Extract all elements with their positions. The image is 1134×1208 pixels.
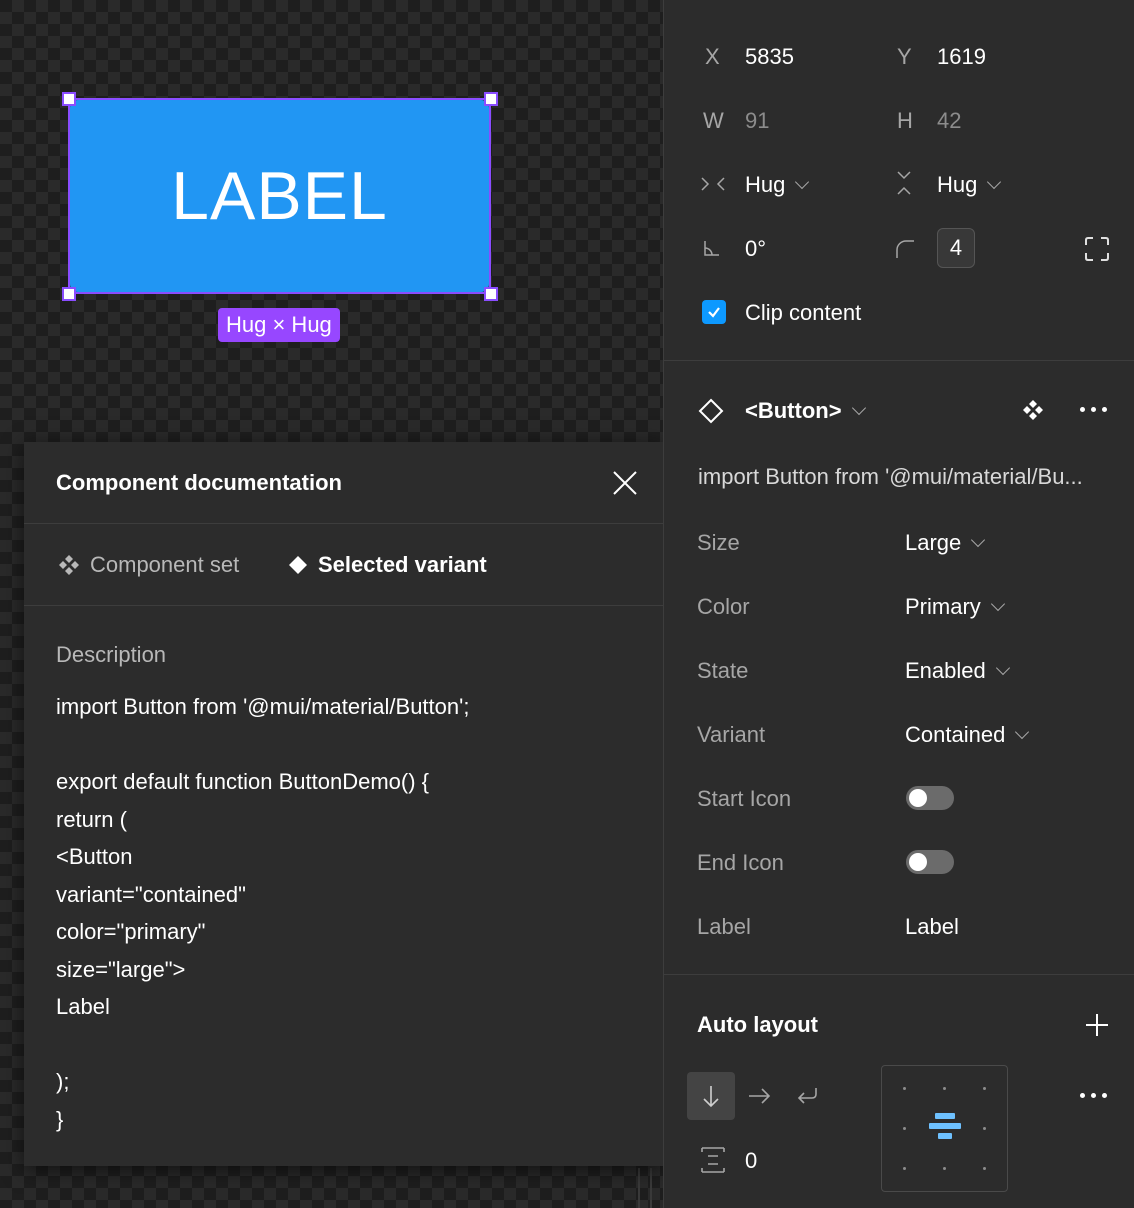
size-select[interactable]: Large [905,530,986,556]
description-label: Description [56,642,167,667]
tab-component-set[interactable]: Component set [58,552,239,578]
independent-corners-icon[interactable] [1084,236,1110,262]
checkmark-icon [708,307,720,318]
label-text-input[interactable]: Label [905,914,959,940]
gap-input[interactable]: 0 [745,1148,757,1174]
color-value: Primary [905,594,981,619]
arrow-down-icon [703,1086,719,1108]
h-label: H [897,108,913,133]
horizontal-resizing-select[interactable]: Hug [745,172,810,198]
tab-selected-variant[interactable]: Selected variant [288,552,487,578]
tab-label: Component set [90,552,240,577]
add-icon[interactable] [1084,1012,1110,1038]
chevron-down-icon [995,660,1010,676]
auto-layout-title: Auto layout [697,1012,818,1037]
tab-label: Selected variant [318,552,487,577]
arrow-right-icon[interactable] [746,1084,772,1108]
clip-content-checkbox[interactable] [702,300,726,324]
color-select[interactable]: Primary [905,594,1005,620]
x-input[interactable]: 5835 [745,44,794,70]
component-instance-icon [698,398,724,424]
corner-radius-icon [896,240,914,258]
wrap-icon[interactable] [794,1084,820,1108]
chevron-down-icon [851,400,866,416]
more-options-icon[interactable] [1080,1093,1107,1098]
component-set-icon [59,555,79,575]
resize-handle-bottom-left[interactable] [62,287,76,301]
y-label: Y [897,44,912,69]
h-input[interactable]: 42 [937,108,961,134]
variant-value: Contained [905,722,1006,747]
more-options-icon[interactable] [1080,407,1107,412]
doc-panel-header: Component documentation [24,442,664,524]
go-to-main-component-icon[interactable] [1021,398,1045,422]
properties-panel: X 5835 Y 1619 W 91 H 42 Hug Hug 0° 4 Cli… [663,0,1134,1208]
selection-frame [68,98,491,294]
section-divider [664,974,1134,975]
chevron-down-icon [987,174,1002,190]
horizontal-resizing-icon [701,177,725,191]
chevron-down-icon [990,596,1005,612]
prop-label-color: Color [697,594,750,619]
size-value: Large [905,530,962,555]
w-label: W [703,108,724,133]
vertical-resizing-icon [897,171,911,195]
component-name-select[interactable]: <Button> [745,398,866,424]
resize-handle-top-right[interactable] [484,92,498,106]
prop-label-state: State [697,658,749,683]
canvas-guide-line [650,1168,652,1208]
prop-label-start-icon: Start Icon [697,786,792,811]
close-icon[interactable] [610,468,640,498]
vertical-gap-icon [701,1147,725,1173]
corner-radius-input[interactable]: 4 [937,228,975,268]
description-code: import Button from '@mui/material/Button… [56,694,470,1132]
direction-vertical-button[interactable] [687,1072,735,1120]
component-import-text: import Button from '@mui/material/Bu... [698,464,1083,489]
align-center-icon [929,1113,961,1139]
end-icon-toggle[interactable] [906,850,954,874]
component-documentation-panel: Component documentation Component set Se… [24,442,664,1166]
variant-select[interactable]: Contained [905,722,1030,748]
canvas-guide-line [638,1168,640,1208]
prop-label-label: Label [697,914,751,939]
doc-tabs: Component set Selected variant [24,524,664,606]
section-divider [664,360,1134,361]
w-input[interactable]: 91 [745,108,769,134]
rotation-icon [704,241,719,256]
component-name: <Button> [745,398,842,423]
prop-label-size: Size [697,530,740,555]
y-input[interactable]: 1619 [937,44,986,70]
chevron-down-icon [1015,724,1030,740]
vertical-resizing-value: Hug [937,172,978,197]
vertical-resizing-select[interactable]: Hug [937,172,1002,198]
doc-panel-title: Component documentation [56,470,342,495]
start-icon-toggle[interactable] [906,786,954,810]
corner-radius-value: 4 [949,235,963,260]
resize-handle-bottom-right[interactable] [484,287,498,301]
resize-handle-top-left[interactable] [62,92,76,106]
component-diamond-icon [289,556,307,574]
clip-content-label: Clip content [745,300,862,325]
chevron-down-icon [971,532,986,548]
prop-label-variant: Variant [697,722,766,747]
size-badge: Hug × Hug [218,308,340,342]
chevron-down-icon [795,174,810,190]
horizontal-resizing-value: Hug [745,172,786,197]
x-label: X [705,44,720,69]
rotation-input[interactable]: 0° [745,236,766,262]
alignment-grid[interactable] [881,1065,1008,1192]
state-value: Enabled [905,658,986,683]
state-select[interactable]: Enabled [905,658,1010,684]
prop-label-end-icon: End Icon [697,850,784,875]
